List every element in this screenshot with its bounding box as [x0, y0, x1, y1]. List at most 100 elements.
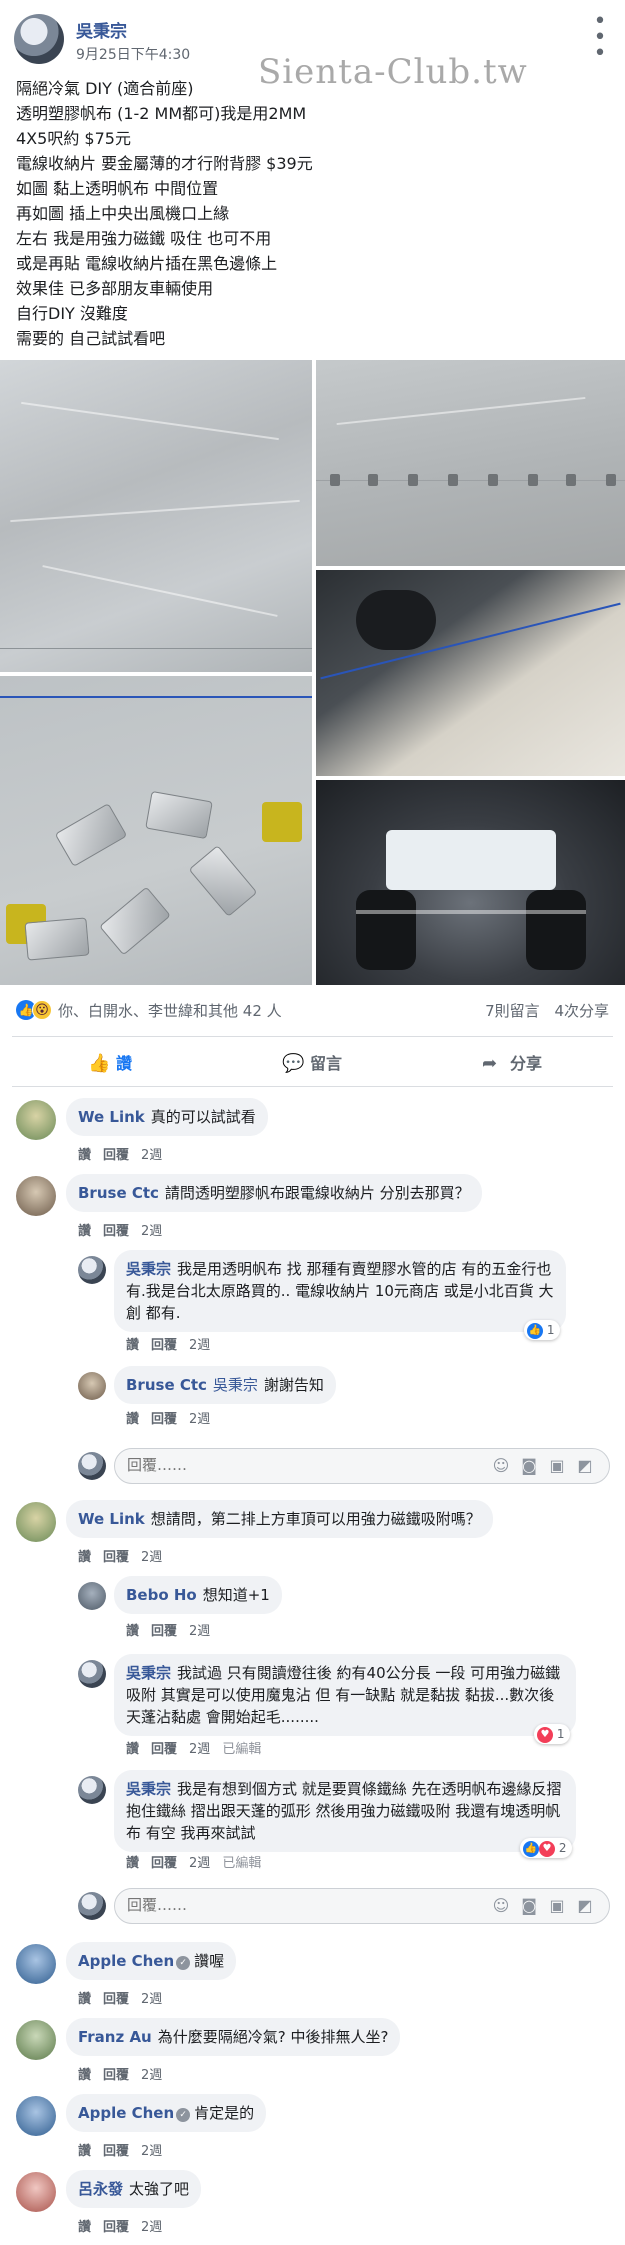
reply-age[interactable]: 2週	[189, 1742, 210, 1757]
replier-avatar[interactable]	[78, 1256, 106, 1284]
author-avatar[interactable]	[14, 14, 64, 64]
gif-icon[interactable]: ▣	[543, 1456, 571, 1475]
commenter-name[interactable]: 呂永發	[78, 2180, 123, 2198]
replier-avatar[interactable]	[78, 1372, 106, 1400]
reply-age[interactable]: 2週	[189, 1624, 210, 1639]
comment-bubble: We Link 想請問，第二排上方車頂可以用強力磁鐵吸附嗎？	[66, 1500, 493, 1538]
reply-reply-link[interactable]: 回覆	[151, 1742, 177, 1757]
commenter-name[interactable]: We Link	[78, 1108, 145, 1126]
replier-name[interactable]: 吳秉宗	[126, 1260, 171, 1278]
comment-reply-link[interactable]: 回覆	[103, 2220, 129, 2235]
commenter-name[interactable]: Bruse Ctc	[78, 1184, 159, 1202]
comment-age[interactable]: 2週	[141, 1148, 162, 1163]
reply-input[interactable]	[127, 1456, 427, 1474]
photo-sheet-with-clips[interactable]	[316, 360, 625, 566]
more-options-icon[interactable]: • • •	[590, 11, 610, 65]
reaction-badge[interactable]: ♥ 1	[534, 1724, 571, 1744]
commenter-avatar[interactable]	[16, 1944, 56, 1984]
replier-name[interactable]: 吳秉宗	[126, 1780, 171, 1798]
comment-like-link[interactable]: 讚	[78, 2144, 91, 2159]
comment-age[interactable]: 2週	[141, 2068, 162, 2083]
emoji-icon[interactable]: ☺	[487, 1456, 515, 1475]
post-timestamp[interactable]: 9月25日下午4:30	[76, 44, 190, 64]
commenter-avatar[interactable]	[16, 1502, 56, 1542]
comment-meta: 讚回覆 2週	[78, 2140, 174, 2159]
comment-bubble: Apple Chen ✓ 肯定是的	[66, 2094, 267, 2132]
edited-label[interactable]: 已編輯	[222, 1742, 261, 1757]
reactors-text[interactable]: 你、白開水、李世緯和其他 42 人	[58, 1000, 282, 1021]
reply-like-link[interactable]: 讚	[126, 1742, 139, 1757]
reply-like-link[interactable]: 讚	[126, 1856, 139, 1871]
sticker-icon[interactable]: ◩	[571, 1456, 599, 1475]
commenter-name[interactable]: Apple Chen	[78, 2104, 174, 2122]
comments-count[interactable]: 7則留言	[485, 1002, 540, 1020]
comment-age[interactable]: 2週	[141, 1992, 162, 2007]
comment-reply-link[interactable]: 回覆	[103, 2144, 129, 2159]
photo-car-interior[interactable]	[316, 780, 625, 985]
commenter-avatar[interactable]	[16, 1176, 56, 1216]
comment-reply-link[interactable]: 回覆	[103, 2068, 129, 2083]
comment-age[interactable]: 2週	[141, 2144, 162, 2159]
reply-like-link[interactable]: 讚	[126, 1338, 139, 1353]
shares-count[interactable]: 4次分享	[554, 1002, 609, 1020]
reply-age[interactable]: 2週	[189, 1856, 210, 1871]
replier-avatar[interactable]	[78, 1660, 106, 1688]
thumbs-up-icon: 👍	[88, 1053, 111, 1074]
comment-like-link[interactable]: 讚	[78, 1224, 91, 1239]
reply-input[interactable]	[127, 1896, 427, 1914]
author-name[interactable]: 吳秉宗	[76, 17, 127, 42]
reply-reply-link[interactable]: 回覆	[151, 1624, 177, 1639]
reply-like-link[interactable]: 讚	[126, 1624, 139, 1639]
commenter-name[interactable]: Apple Chen	[78, 1952, 174, 1970]
sticker-icon[interactable]: ◩	[571, 1896, 599, 1915]
share-button[interactable]: ➦ 分享	[482, 1050, 542, 1074]
replier-avatar[interactable]	[78, 1582, 106, 1610]
reply-meta: 讚回覆 2週	[126, 1620, 222, 1639]
comment-like-link[interactable]: 讚	[78, 2068, 91, 2083]
photo-metal-plates[interactable]	[0, 676, 312, 985]
like-button-label: 讚	[116, 1054, 133, 1073]
camera-icon[interactable]: ◙	[515, 1456, 543, 1475]
reply-reply-link[interactable]: 回覆	[151, 1856, 177, 1871]
commenter-avatar[interactable]	[16, 2096, 56, 2136]
reply-text: 我是用透明帆布 找 那種有賣塑膠水管的店 有的五金行也有.我是台北太原路買的..…	[126, 1260, 554, 1322]
commenter-avatar[interactable]	[16, 2172, 56, 2212]
mention-tag[interactable]: 吳秉宗	[213, 1376, 258, 1394]
photo-vent-installation[interactable]	[316, 570, 625, 776]
comment-like-link[interactable]: 讚	[78, 1550, 91, 1565]
photo-plastic-sheet[interactable]	[0, 360, 312, 672]
commenter-name[interactable]: We Link	[78, 1510, 145, 1528]
replier-avatar[interactable]	[78, 1776, 106, 1804]
comment-reply-link[interactable]: 回覆	[103, 1148, 129, 1163]
comment-age[interactable]: 2週	[141, 1224, 162, 1239]
commenter-avatar[interactable]	[16, 1100, 56, 1140]
replier-name[interactable]: Bebo Ho	[126, 1586, 197, 1604]
commenter-avatar[interactable]	[16, 2020, 56, 2060]
comment-button[interactable]: 💬 留言	[282, 1050, 342, 1074]
comment-reply-link[interactable]: 回覆	[103, 1992, 129, 2007]
reactions-summary[interactable]: 👍 😮 你、白開水、李世緯和其他 42 人 7則留言 4次分享	[0, 990, 625, 1030]
edited-label[interactable]: 已編輯	[222, 1856, 261, 1871]
replier-name[interactable]: Bruse Ctc	[126, 1376, 207, 1394]
reply-reply-link[interactable]: 回覆	[151, 1338, 177, 1353]
reaction-badge[interactable]: 👍 1	[524, 1320, 561, 1340]
reply-like-link[interactable]: 讚	[126, 1412, 139, 1427]
camera-icon[interactable]: ◙	[515, 1896, 543, 1915]
comment-age[interactable]: 2週	[141, 2220, 162, 2235]
comment-like-link[interactable]: 讚	[78, 2220, 91, 2235]
gif-icon[interactable]: ▣	[543, 1896, 571, 1915]
comment-meta: 讚回覆 2週	[78, 2064, 174, 2083]
replier-name[interactable]: 吳秉宗	[126, 1664, 171, 1682]
comment-like-link[interactable]: 讚	[78, 1148, 91, 1163]
emoji-icon[interactable]: ☺	[487, 1896, 515, 1915]
comment-reply-link[interactable]: 回覆	[103, 1550, 129, 1565]
comment-reply-link[interactable]: 回覆	[103, 1224, 129, 1239]
comment-like-link[interactable]: 讚	[78, 1992, 91, 2007]
like-button[interactable]: 👍 讚	[88, 1050, 132, 1074]
commenter-name[interactable]: Franz Au	[78, 2028, 152, 2046]
reply-age[interactable]: 2週	[189, 1412, 210, 1427]
reply-reply-link[interactable]: 回覆	[151, 1412, 177, 1427]
comment-age[interactable]: 2週	[141, 1550, 162, 1565]
reply-age[interactable]: 2週	[189, 1338, 210, 1353]
reaction-badge[interactable]: 👍 ♥ 2	[520, 1838, 573, 1858]
